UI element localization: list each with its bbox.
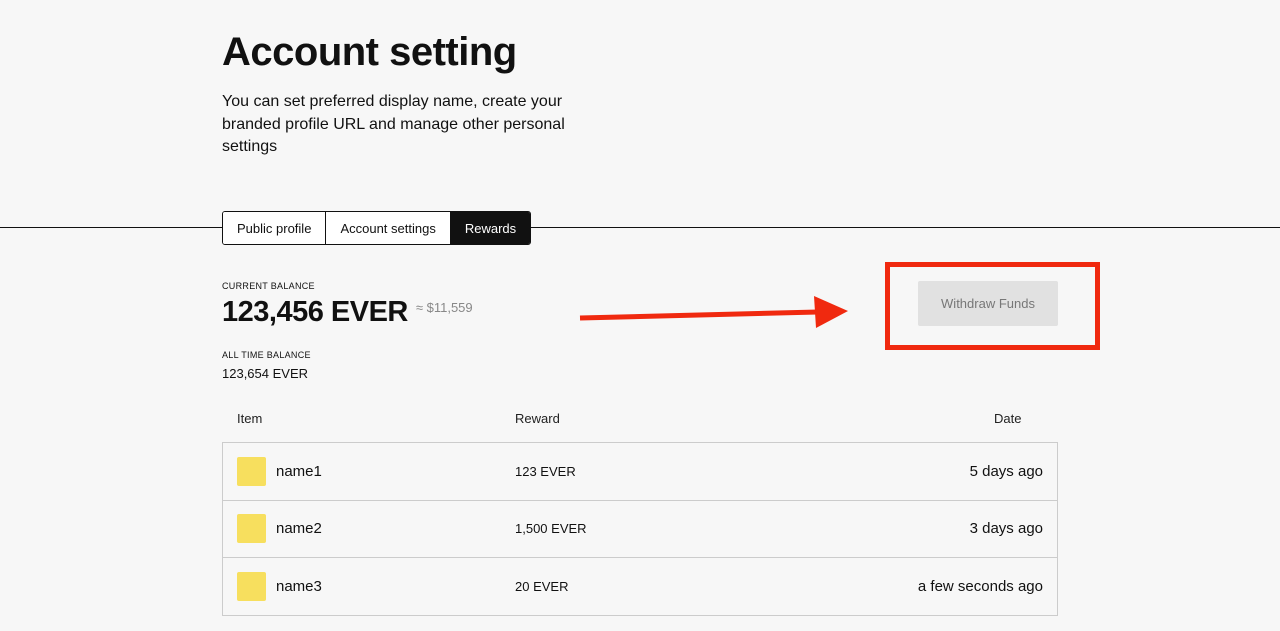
current-balance-label: CURRENT BALANCE <box>222 281 315 291</box>
tab-bar: Public profile Account settings Rewards <box>222 211 532 245</box>
table-row[interactable]: name2 1,500 EVER 3 days ago <box>223 501 1057 558</box>
item-name[interactable]: name3 <box>276 578 322 595</box>
table-row[interactable]: name1 123 EVER 5 days ago <box>223 443 1057 501</box>
page-title: Account setting <box>222 30 517 74</box>
item-name[interactable]: name1 <box>276 463 322 480</box>
item-thumbnail <box>237 514 266 544</box>
annotation-arrow <box>579 296 848 328</box>
table-row[interactable]: name3 20 EVER a few seconds ago <box>223 558 1057 616</box>
item-thumbnail <box>237 456 266 486</box>
item-reward: 1,500 EVER <box>515 521 587 537</box>
item-date: a few seconds ago <box>917 578 1043 596</box>
item-reward: 20 EVER <box>515 579 569 595</box>
divider <box>0 227 1280 228</box>
column-header-reward: Reward <box>515 411 560 426</box>
annotation-arrow-head <box>814 296 848 328</box>
column-header-date: Date <box>994 411 1022 426</box>
tab-rewards[interactable]: Rewards <box>450 212 531 244</box>
item-date: 3 days ago <box>969 520 1043 538</box>
page-subtitle: You can set preferred display name, crea… <box>222 93 565 155</box>
rewards-table: name1 123 EVER 5 days ago name2 1,500 EV… <box>222 442 1058 616</box>
item-name[interactable]: name2 <box>276 520 322 537</box>
all-time-balance-label: ALL TIME BALANCE <box>222 350 311 360</box>
current-balance-usd: ≈ $11,559 <box>415 300 473 315</box>
tab-account-settings[interactable]: Account settings <box>326 212 451 244</box>
tab-public-profile[interactable]: Public profile <box>223 212 327 244</box>
account-settings-page: Account setting You can set preferred di… <box>0 0 1280 631</box>
item-date: 5 days ago <box>969 462 1043 480</box>
column-header-item: Item <box>237 411 263 426</box>
current-balance: 123,456 EVER ≈ $11,559 <box>222 296 473 329</box>
item-thumbnail <box>237 572 266 602</box>
all-time-balance-value: 123,654 EVER <box>222 366 309 381</box>
item-reward: 123 EVER <box>515 463 576 479</box>
current-balance-value: 123,456 EVER <box>222 296 408 328</box>
annotation-arrow-shaft <box>579 309 819 321</box>
withdraw-funds-button[interactable]: Withdraw Funds <box>918 281 1058 326</box>
